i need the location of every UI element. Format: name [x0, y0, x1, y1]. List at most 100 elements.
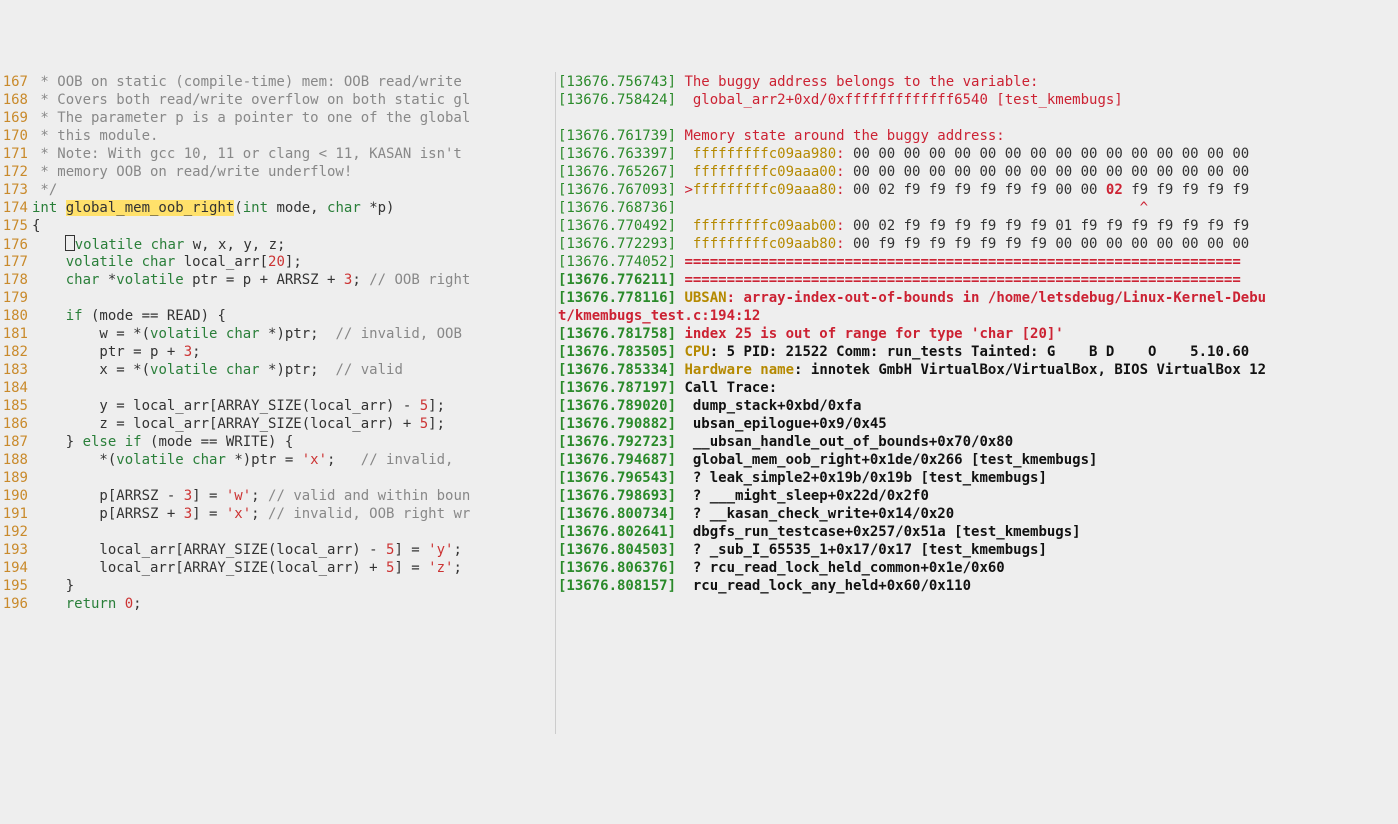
- line-number: 192: [0, 523, 32, 541]
- code-line[interactable]: 181 w = *(volatile char *)ptr; // invali…: [0, 325, 555, 343]
- log-line[interactable]: t/kmembugs_test.c:194:12: [556, 307, 1398, 325]
- log-line[interactable]: [13676.785334] Hardware name: innotek Gm…: [556, 361, 1398, 379]
- log-line[interactable]: [13676.798693] ? ___might_sleep+0x22d/0x…: [556, 487, 1398, 505]
- log-line[interactable]: [13676.774052] =========================…: [556, 253, 1398, 271]
- code-line[interactable]: 187 } else if (mode == WRITE) {: [0, 433, 555, 451]
- log-line[interactable]: [13676.792723] __ubsan_handle_out_of_bou…: [556, 433, 1398, 451]
- log-line[interactable]: [13676.783505] CPU: 5 PID: 21522 Comm: r…: [556, 343, 1398, 361]
- code-line[interactable]: 168 * Covers both read/write overflow on…: [0, 91, 555, 109]
- code-line[interactable]: 171 * Note: With gcc 10, 11 or clang < 1…: [0, 145, 555, 163]
- log-text: 00 f9 f9 f9 f9 f9 f9 f9 00 00 00 00 00 0…: [853, 236, 1249, 252]
- line-number: 186: [0, 415, 32, 433]
- log-text: [676, 236, 693, 252]
- code-text: * OOB on static (compile-time) mem: OOB …: [32, 74, 470, 90]
- log-line[interactable]: [556, 109, 1398, 127]
- code-line[interactable]: 169 * The parameter p is a pointer to on…: [0, 109, 555, 127]
- log-line[interactable]: [13676.789020] dump_stack+0xbd/0xfa: [556, 397, 1398, 415]
- code-line[interactable]: 175{: [0, 217, 555, 235]
- log-line[interactable]: [13676.763397] fffffffffc09aa980: 00 00 …: [556, 145, 1398, 163]
- line-number: 169: [0, 109, 32, 127]
- log-text: fffffffffc09aa980: [693, 146, 836, 162]
- code-line[interactable]: 185 y = local_arr[ARRAY_SIZE(local_arr) …: [0, 397, 555, 415]
- code-line[interactable]: 190 p[ARRSZ - 3] = 'w'; // valid and wit…: [0, 487, 555, 505]
- code-text: * Note: With gcc 10, 11 or clang < 11, K…: [32, 146, 470, 162]
- log-text: 00 00 00 00 00 00 00 00 00 00 00 00 00 0…: [853, 146, 1249, 162]
- code-line[interactable]: 179: [0, 289, 555, 307]
- code-line[interactable]: 183 x = *(volatile char *)ptr; // valid: [0, 361, 555, 379]
- code-line[interactable]: 189: [0, 469, 555, 487]
- code-line[interactable]: 186 z = local_arr[ARRAY_SIZE(local_arr) …: [0, 415, 555, 433]
- log-line[interactable]: [13676.800734] ? __kasan_check_write+0x1…: [556, 505, 1398, 523]
- log-line[interactable]: [13676.765267] fffffffffc09aaa00: 00 00 …: [556, 163, 1398, 181]
- line-number: 187: [0, 433, 32, 451]
- code-line[interactable]: 191 p[ARRSZ + 3] = 'x'; // invalid, OOB …: [0, 505, 555, 523]
- log-timestamp: [13676.783505]: [558, 344, 676, 360]
- log-line[interactable]: [13676.790882] ubsan_epilogue+0x9/0x45: [556, 415, 1398, 433]
- code-line[interactable]: 167 * OOB on static (compile-time) mem: …: [0, 73, 555, 91]
- log-line[interactable]: [13676.806376] ? rcu_read_lock_held_comm…: [556, 559, 1398, 577]
- log-line[interactable]: [13676.776211] =========================…: [556, 271, 1398, 289]
- log-text: fffffffffc09aab00: [693, 218, 836, 234]
- log-text: 00 02 f9 f9 f9 f9 f9 f9 00 00: [853, 182, 1106, 198]
- code-line[interactable]: 177 volatile char local_arr[20];: [0, 253, 555, 271]
- source-code-pane[interactable]: 167 * OOB on static (compile-time) mem: …: [0, 72, 555, 734]
- log-timestamp: [13676.800734]: [558, 506, 676, 522]
- log-timestamp: [13676.768736]: [558, 200, 676, 216]
- log-text: rcu_read_lock_any_held+0x60/0x110: [676, 578, 971, 594]
- log-text: ? _sub_I_65535_1+0x17/0x17 [test_kmembug…: [676, 542, 1047, 558]
- log-timestamp: [13676.767093]: [558, 182, 676, 198]
- log-line[interactable]: [13676.794687] global_mem_oob_right+0x1d…: [556, 451, 1398, 469]
- log-text: ========================================…: [684, 254, 1240, 270]
- log-line[interactable]: [13676.808157] rcu_read_lock_any_held+0x…: [556, 577, 1398, 595]
- code-line[interactable]: 193 local_arr[ARRAY_SIZE(local_arr) - 5]…: [0, 541, 555, 559]
- log-line[interactable]: [13676.787197] Call Trace:: [556, 379, 1398, 397]
- log-text: :: [836, 146, 853, 162]
- log-line[interactable]: [13676.758424] global_arr2+0xd/0xfffffff…: [556, 91, 1398, 109]
- log-text: :: [836, 218, 853, 234]
- code-text: x = *(volatile char *)ptr; // valid: [32, 362, 403, 378]
- kernel-log-pane[interactable]: [13676.756743] The buggy address belongs…: [555, 72, 1398, 734]
- log-line[interactable]: [13676.778116] UBSAN: array-index-out-of…: [556, 289, 1398, 307]
- code-text: volatile char w, x, y, z;: [32, 237, 285, 253]
- log-text: :: [836, 164, 853, 180]
- code-line[interactable]: 180 if (mode == READ) {: [0, 307, 555, 325]
- code-text: * The parameter p is a pointer to one of…: [32, 110, 470, 126]
- log-line[interactable]: [13676.802641] dbgfs_run_testcase+0x257/…: [556, 523, 1398, 541]
- log-text: UBSAN: [684, 290, 726, 306]
- log-timestamp: [13676.790882]: [558, 416, 676, 432]
- code-line[interactable]: 194 local_arr[ARRAY_SIZE(local_arr) + 5]…: [0, 559, 555, 577]
- code-line[interactable]: 170 * this module.: [0, 127, 555, 145]
- code-line[interactable]: 176 volatile char w, x, y, z;: [0, 235, 555, 253]
- code-line[interactable]: 188 *(volatile char *)ptr = 'x'; // inva…: [0, 451, 555, 469]
- code-line[interactable]: 174int global_mem_oob_right(int mode, ch…: [0, 199, 555, 217]
- log-text: ? __kasan_check_write+0x14/0x20: [676, 506, 954, 522]
- line-number: 183: [0, 361, 32, 379]
- log-timestamp: [13676.806376]: [558, 560, 676, 576]
- code-line[interactable]: 196 return 0;: [0, 595, 555, 613]
- log-text: Hardware name: [684, 362, 794, 378]
- line-number: 193: [0, 541, 32, 559]
- code-line[interactable]: 173 */: [0, 181, 555, 199]
- log-text: : innotek GmbH VirtualBox/VirtualBox, BI…: [794, 362, 1266, 378]
- code-line[interactable]: 195 }: [0, 577, 555, 595]
- code-text: * memory OOB on read/write underflow!: [32, 164, 352, 180]
- log-line[interactable]: [13676.781758] index 25 is out of range …: [556, 325, 1398, 343]
- log-line[interactable]: [13676.768736] ^: [556, 199, 1398, 217]
- code-line[interactable]: 182 ptr = p + 3;: [0, 343, 555, 361]
- line-number: 195: [0, 577, 32, 595]
- log-text: __ubsan_handle_out_of_bounds+0x70/0x80: [676, 434, 1013, 450]
- log-timestamp: [13676.802641]: [558, 524, 676, 540]
- code-line[interactable]: 178 char *volatile ptr = p + ARRSZ + 3; …: [0, 271, 555, 289]
- log-line[interactable]: [13676.772293] fffffffffc09aab80: 00 f9 …: [556, 235, 1398, 253]
- log-line[interactable]: [13676.796543] ? leak_simple2+0x19b/0x19…: [556, 469, 1398, 487]
- log-line[interactable]: [13676.756743] The buggy address belongs…: [556, 73, 1398, 91]
- log-timestamp: [13676.770492]: [558, 218, 676, 234]
- log-line[interactable]: [13676.767093] >fffffffffc09aaa80: 00 02…: [556, 181, 1398, 199]
- log-line[interactable]: [13676.804503] ? _sub_I_65535_1+0x17/0x1…: [556, 541, 1398, 559]
- log-line[interactable]: [13676.761739] Memory state around the b…: [556, 127, 1398, 145]
- log-line[interactable]: [13676.770492] fffffffffc09aab00: 00 02 …: [556, 217, 1398, 235]
- line-number: 168: [0, 91, 32, 109]
- code-line[interactable]: 172 * memory OOB on read/write underflow…: [0, 163, 555, 181]
- code-line[interactable]: 184: [0, 379, 555, 397]
- code-line[interactable]: 192: [0, 523, 555, 541]
